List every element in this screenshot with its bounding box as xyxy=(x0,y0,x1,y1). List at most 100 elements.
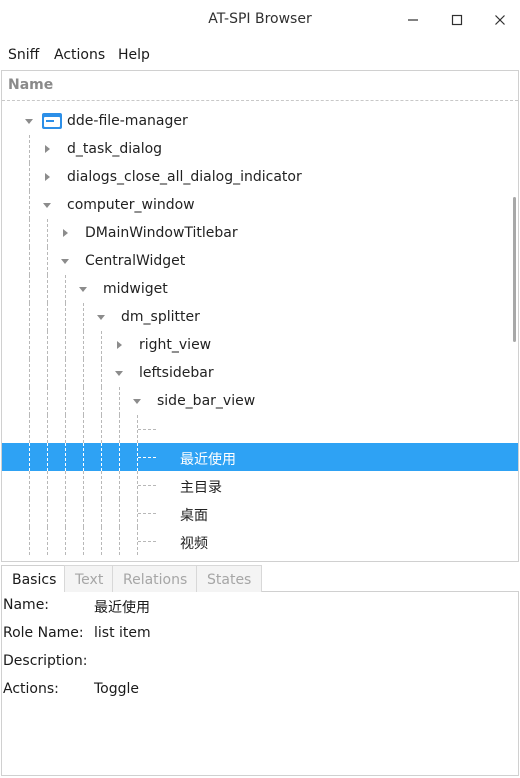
tree-row[interactable]: dialogs_close_all_dialog_indicator xyxy=(2,163,518,191)
menu-actions[interactable]: Actions xyxy=(54,47,105,63)
basics-panel: Name: 最近使用 Role Name: list item Descript… xyxy=(1,592,519,776)
expand-arrow-icon[interactable] xyxy=(24,116,34,126)
detail-tabs: Basics Text Relations States xyxy=(1,565,519,593)
tree-guide-line xyxy=(29,499,30,527)
tab-text[interactable]: Text xyxy=(64,565,115,592)
tree-guide-line xyxy=(83,387,84,415)
tree-node-label: 最近使用 xyxy=(180,452,236,468)
collapse-arrow-icon[interactable] xyxy=(60,228,70,238)
minimize-icon[interactable] xyxy=(400,8,426,32)
menu-help[interactable]: Help xyxy=(118,47,150,63)
detail-value: 最近使用 xyxy=(94,600,150,616)
expand-arrow-icon[interactable] xyxy=(42,200,52,210)
detail-value: list item xyxy=(94,625,151,641)
expand-arrow-icon[interactable] xyxy=(114,368,124,378)
tab-basics[interactable]: Basics xyxy=(1,565,68,593)
tree-row[interactable]: leftsidebar xyxy=(2,359,518,387)
tree-row[interactable]: DMainWindowTitlebar xyxy=(2,219,518,247)
tree-scrollbar[interactable] xyxy=(513,197,516,342)
tab-states[interactable]: States xyxy=(196,565,263,592)
expand-arrow-icon[interactable] xyxy=(132,396,142,406)
tree-guide-line xyxy=(65,443,66,471)
tree-guide-line xyxy=(138,513,156,514)
collapse-arrow-icon[interactable] xyxy=(42,144,52,154)
tree-guide-line xyxy=(29,359,30,387)
tree-guide-line xyxy=(47,471,48,499)
tree-guide-line xyxy=(65,359,66,387)
window-title: AT-SPI Browser xyxy=(208,11,312,27)
expand-arrow-icon[interactable] xyxy=(60,256,70,266)
tree-node-label: dm_splitter xyxy=(121,309,200,325)
detail-row-name: Name: 最近使用 xyxy=(2,592,518,620)
tree-row[interactable]: right_view xyxy=(2,331,518,359)
tree-guide-line xyxy=(119,527,120,555)
tree-guide-line xyxy=(83,499,84,527)
tree-guide-line xyxy=(65,471,66,499)
accessibility-tree[interactable]: Name dde-file-manager d_task_dialogdialog… xyxy=(1,70,519,562)
detail-key: Description: xyxy=(3,653,88,669)
tree-node-label: CentralWidget xyxy=(85,253,186,269)
tree-row[interactable]: 最近使用 xyxy=(2,443,518,471)
expand-arrow-icon[interactable] xyxy=(78,284,88,294)
tree-guide-line xyxy=(83,303,84,331)
collapse-arrow-icon[interactable] xyxy=(114,340,124,350)
tree-guide-line xyxy=(65,303,66,331)
tree-guide-line xyxy=(29,191,30,219)
tree-node-label: computer_window xyxy=(67,197,195,213)
detail-row-actions: Actions: Toggle xyxy=(2,676,518,704)
tree-row[interactable]: d_task_dialog xyxy=(2,135,518,163)
tree-guide-line xyxy=(83,471,84,499)
expand-arrow-icon[interactable] xyxy=(96,312,106,322)
tree-guide-line xyxy=(65,331,66,359)
tree-guide-line xyxy=(83,527,84,555)
tree-row[interactable]: computer_window xyxy=(2,191,518,219)
tree-node-label: midwiget xyxy=(103,281,168,297)
tree-guide-line xyxy=(29,331,30,359)
tree-guide-line xyxy=(29,219,30,247)
tree-row[interactable]: CentralWidget xyxy=(2,247,518,275)
tree-row[interactable]: 桌面 xyxy=(2,499,518,527)
collapse-arrow-icon[interactable] xyxy=(42,172,52,182)
detail-key: Actions: xyxy=(3,681,59,697)
tree-guide-line xyxy=(101,387,102,415)
menu-sniff[interactable]: Sniff xyxy=(8,47,39,63)
tree-guide-line xyxy=(119,499,120,527)
tree-node-label: right_view xyxy=(139,337,212,353)
tree-row[interactable]: 主目录 xyxy=(2,471,518,499)
tree-guide-line xyxy=(65,499,66,527)
tree-node-label: d_task_dialog xyxy=(67,141,163,157)
tree-guide-line xyxy=(47,219,48,247)
tree-guide-line xyxy=(47,247,48,275)
tree-guide-line xyxy=(29,527,30,555)
tree-guide-line xyxy=(29,443,30,471)
tree-guide-line xyxy=(29,387,30,415)
tree-guide-line xyxy=(83,443,84,471)
tree-guide-line xyxy=(65,387,66,415)
close-icon[interactable] xyxy=(487,8,513,32)
tab-basics-label: Basics xyxy=(12,572,57,588)
tree-guide-line xyxy=(119,471,120,499)
tree-row[interactable]: midwiget xyxy=(2,275,518,303)
tree-node-label: dde-file-manager xyxy=(67,113,188,129)
tree-node-label: DMainWindowTitlebar xyxy=(85,225,238,241)
tree-guide-line xyxy=(29,471,30,499)
tree-guide-line xyxy=(101,331,102,359)
tree-row[interactable]: dm_splitter xyxy=(2,303,518,331)
tab-text-label: Text xyxy=(75,572,104,588)
tree-row[interactable]: dde-file-manager xyxy=(2,107,518,135)
column-name-label: Name xyxy=(8,77,54,93)
tree-guide-line xyxy=(47,303,48,331)
maximize-icon[interactable] xyxy=(444,8,470,32)
tree-row[interactable]: side_bar_view xyxy=(2,387,518,415)
tab-states-label: States xyxy=(207,572,252,588)
tree-column-header[interactable]: Name xyxy=(2,71,518,101)
tab-relations[interactable]: Relations xyxy=(112,565,199,592)
tree-row[interactable] xyxy=(2,415,518,443)
tree-guide-line xyxy=(119,415,120,443)
tree-guide-line xyxy=(29,303,30,331)
tree-guide-line xyxy=(101,415,102,443)
detail-key: Role Name: xyxy=(3,625,84,641)
tree-guide-line xyxy=(119,387,120,415)
tree-row[interactable]: 视频 xyxy=(2,527,518,555)
tree-guide-line xyxy=(119,443,120,471)
